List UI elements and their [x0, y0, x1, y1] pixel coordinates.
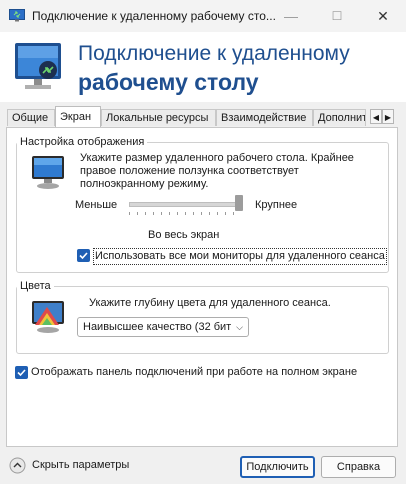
- close-icon: ✕: [377, 8, 389, 24]
- slider-min-label: Меньше: [75, 199, 118, 211]
- color-depth-select[interactable]: Наивысшее качество (32 бит ⌵: [77, 317, 249, 337]
- tab-scroll-left-button[interactable]: ◀: [370, 109, 382, 124]
- slider-value-label: Во весь экран: [148, 229, 220, 241]
- display-settings-legend: Настройка отображения: [20, 136, 145, 148]
- slider-thumb[interactable]: [235, 195, 243, 211]
- slider-track: [129, 202, 243, 207]
- chevron-up-circle-icon: [9, 457, 26, 474]
- title-bar: Подключение к удаленному рабочему сто...…: [0, 0, 406, 32]
- slider-max-label: Крупнее: [255, 199, 298, 211]
- tab-panel-display: Настройка отображения Укажите размер уда…: [6, 127, 398, 447]
- connection-bar-checkbox-row[interactable]: Отображать панель подключений при работе…: [13, 365, 393, 381]
- chevron-down-icon: ⌵: [236, 322, 243, 332]
- colors-legend: Цвета: [20, 280, 51, 292]
- help-button[interactable]: Справка: [321, 456, 396, 478]
- hide-options-toggle[interactable]: Скрыть параметры: [9, 457, 139, 475]
- display-description: Укажите размер удаленного рабочего стола…: [80, 152, 354, 190]
- connection-bar-checkbox[interactable]: [15, 366, 28, 379]
- tab-experience[interactable]: Взаимодействие: [216, 109, 313, 126]
- connect-button[interactable]: Подключить: [240, 456, 315, 478]
- slider-tick-marks: [129, 212, 241, 215]
- connection-bar-label: Отображать панель подключений при работе…: [31, 366, 358, 378]
- tab-display[interactable]: Экран: [55, 106, 101, 127]
- colors-description: Укажите глубину цвета для удаленного сеа…: [89, 297, 331, 309]
- header-title-line2: рабочему столу: [78, 69, 259, 95]
- minimize-button[interactable]: —: [268, 0, 314, 32]
- hide-options-label: Скрыть параметры: [32, 459, 130, 471]
- monitor-icon: [32, 156, 64, 189]
- all-monitors-checkbox-row[interactable]: Использовать все мои мониторы для удален…: [75, 248, 387, 265]
- minimize-icon: —: [284, 8, 298, 24]
- remote-desktop-icon: [9, 9, 25, 22]
- checkmark-icon: [79, 252, 88, 260]
- triangle-right-icon: ▶: [384, 113, 392, 122]
- header-title-line1: Подключение к удаленному: [78, 42, 350, 65]
- display-size-slider[interactable]: [129, 194, 243, 216]
- checkmark-icon: [17, 369, 26, 377]
- tab-scroll-right-button[interactable]: ▶: [382, 109, 394, 124]
- all-monitors-label: Использовать все мои мониторы для удален…: [93, 248, 387, 265]
- header-banner: Подключение к удаленному рабочему столу: [0, 32, 406, 102]
- color-palette-icon: [32, 301, 64, 333]
- maximize-button[interactable]: ☐: [314, 0, 360, 32]
- maximize-icon: ☐: [331, 9, 343, 23]
- remote-desktop-logo-icon: [15, 43, 61, 89]
- tab-strip: Общие Экран Локальные ресурсы Взаимодейс…: [0, 106, 406, 128]
- triangle-left-icon: ◀: [372, 113, 380, 122]
- color-depth-value: Наивысшее качество (32 бит: [83, 321, 232, 333]
- close-button[interactable]: ✕: [360, 0, 406, 32]
- window-title: Подключение к удаленному рабочему сто...: [32, 9, 276, 23]
- all-monitors-checkbox[interactable]: [77, 249, 90, 262]
- tab-advanced[interactable]: Дополнит: [313, 109, 366, 126]
- tab-local-resources[interactable]: Локальные ресурсы: [101, 109, 216, 126]
- tab-general[interactable]: Общие: [7, 109, 55, 126]
